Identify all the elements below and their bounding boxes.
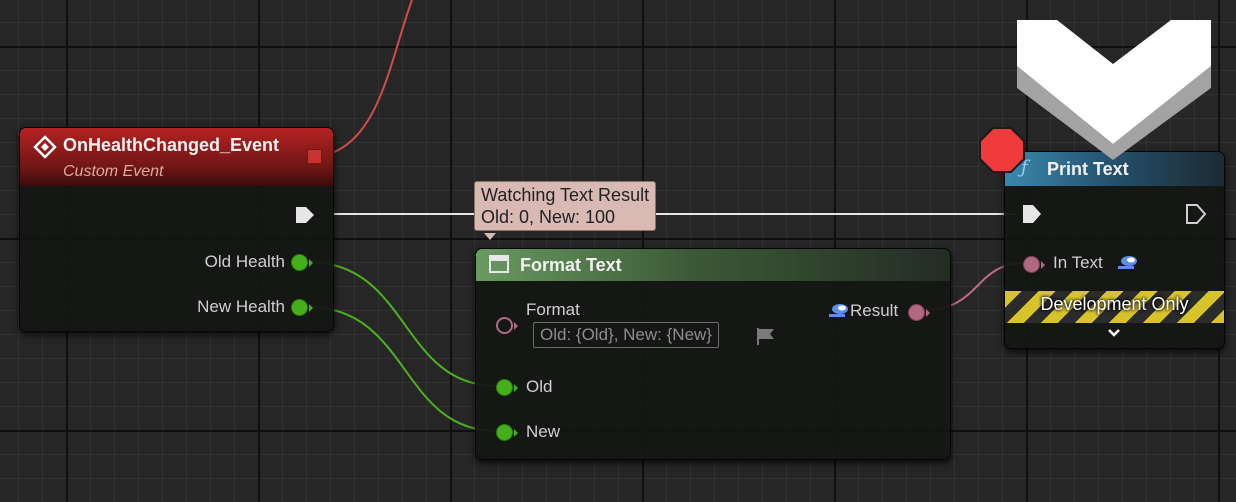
print-text-node[interactable]: ƒ Print Text In Text Development Only	[1004, 151, 1225, 349]
text-type-icon	[1118, 256, 1137, 269]
event-delegate-wire	[325, 0, 413, 156]
old-input-label: Old	[526, 377, 553, 396]
format-label: Format	[526, 300, 580, 319]
old-health-arrow-icon	[309, 259, 313, 267]
old-input-pin[interactable]	[496, 379, 513, 396]
text-type-icon	[829, 304, 848, 317]
function-node-icon	[489, 255, 509, 273]
in-text-arrow-icon	[1041, 261, 1045, 269]
exec-out-pin[interactable]	[294, 205, 316, 225]
old-health-label: Old Health	[204, 252, 285, 271]
result-label: Result	[850, 301, 899, 320]
in-text-label: In Text	[1053, 253, 1103, 272]
exec-out-pin-print[interactable]	[1185, 203, 1207, 225]
delegate-pin[interactable]	[307, 149, 322, 164]
new-health-pin[interactable]	[291, 299, 308, 316]
result-arrow-icon	[926, 309, 930, 317]
development-only-label: Development Only	[1040, 294, 1189, 314]
print-node-title: Print Text	[1047, 159, 1129, 179]
tooltip-pointer	[484, 233, 496, 240]
watch-tooltip-title: Watching Text Result	[481, 185, 650, 205]
watch-tooltip-value: Old: 0, New: 100	[481, 207, 616, 227]
new-health-label: New Health	[197, 297, 285, 316]
event-node-subtitle: Custom Event	[63, 163, 164, 180]
flag-icon[interactable]	[755, 326, 777, 346]
in-text-pin[interactable]	[1023, 256, 1040, 273]
old-health-pin[interactable]	[291, 254, 308, 271]
new-input-label: New	[526, 422, 561, 441]
diamond-event-icon	[33, 135, 57, 159]
chevron-down-icon[interactable]	[1107, 327, 1121, 339]
format-text-node[interactable]: Format Text Format Old: {Old}, New: {New…	[475, 248, 951, 460]
custom-event-node[interactable]: OnHealthChanged_Event Custom Event Old H…	[19, 127, 334, 332]
new-input-pin[interactable]	[496, 424, 513, 441]
format-input[interactable]: Old: {Old}, New: {New}	[533, 322, 719, 348]
format-node-title: Format Text	[520, 255, 622, 275]
chevron-down-arrow-icon	[1017, 20, 1211, 160]
old-input-arrow-icon	[514, 384, 518, 392]
result-pin[interactable]	[908, 304, 925, 321]
new-input-arrow-icon	[514, 429, 518, 437]
event-node-title: OnHealthChanged_Event	[63, 135, 280, 155]
new-health-arrow-icon	[309, 304, 313, 312]
new-health-wire	[307, 306, 498, 432]
exec-in-pin[interactable]	[1021, 203, 1043, 225]
watch-value-tooltip: Watching Text Result Old: 0, New: 100	[474, 181, 657, 231]
development-only-banner: Development Only	[1005, 291, 1224, 323]
format-pin[interactable]	[496, 317, 513, 334]
format-pin-arrow-icon	[514, 322, 518, 330]
